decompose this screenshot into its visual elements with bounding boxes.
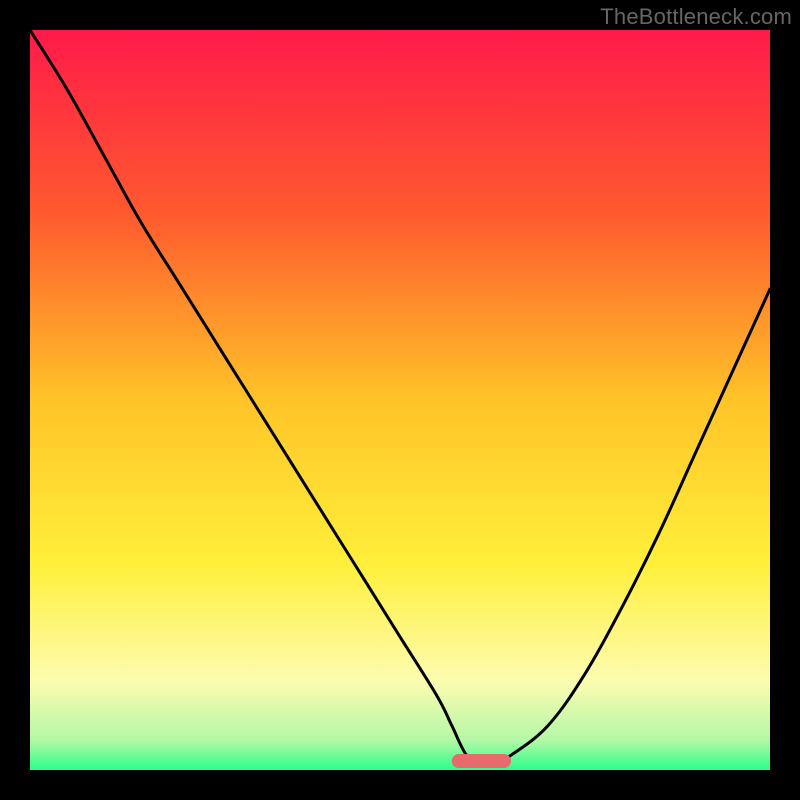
plot-area: [30, 30, 770, 770]
watermark-text: TheBottleneck.com: [600, 4, 792, 30]
chart-svg: [30, 30, 770, 770]
optimal-marker: [452, 754, 511, 768]
chart-frame: TheBottleneck.com: [0, 0, 800, 800]
gradient-background: [30, 30, 770, 770]
